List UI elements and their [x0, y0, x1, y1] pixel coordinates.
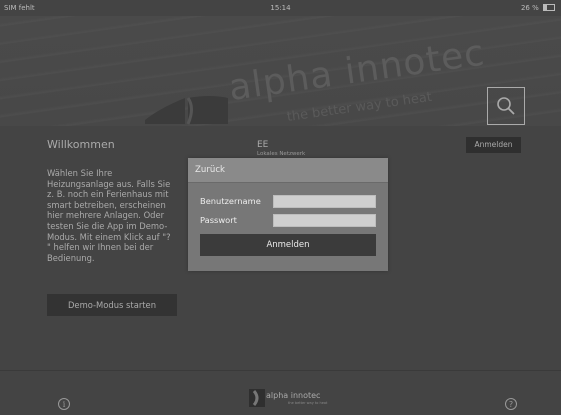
footer-logo-text: alpha innotec: [266, 391, 321, 400]
plant-network-label: Lokales Netzwerk: [257, 151, 306, 157]
login-dialog: Zurück Benutzername Passwort Anmelden: [188, 158, 388, 271]
dialog-divider: [188, 182, 388, 183]
plant-name: EE: [257, 140, 269, 150]
footer-logo-mark-icon: [249, 389, 265, 407]
footer-divider: [0, 370, 561, 371]
welcome-description: Wählen Sie Ihre Heizungsanlage aus. Fall…: [47, 168, 171, 263]
help-icon[interactable]: ?: [505, 398, 517, 410]
welcome-title: Willkommen: [47, 138, 115, 151]
footer-logo: alpha innotec the better way to heat: [248, 388, 338, 408]
footer-logo-tagline: the better way to heat: [288, 401, 328, 405]
search-button[interactable]: [487, 87, 525, 125]
password-field[interactable]: [273, 214, 376, 227]
status-bar: SIM fehlt 15:14 26 %: [0, 0, 561, 16]
password-label: Passwort: [200, 215, 237, 225]
dialog-header: Zurück: [188, 158, 388, 182]
app-screen: SIM fehlt 15:14 26 % alpha innotec the b…: [0, 0, 561, 415]
battery-percent: 26 %: [520, 4, 539, 12]
username-label: Benutzername: [200, 196, 261, 206]
login-button[interactable]: Anmelden: [466, 137, 521, 153]
info-icon[interactable]: i: [58, 398, 70, 410]
demo-mode-button[interactable]: Demo-Modus starten: [47, 294, 177, 316]
search-icon: [497, 97, 515, 115]
battery-icon: [543, 4, 555, 11]
username-field[interactable]: [273, 195, 376, 208]
status-time: 15:14: [270, 4, 291, 12]
logo-mark-icon: [145, 96, 228, 125]
header-band: alpha innotec the better way to heat: [0, 16, 561, 126]
battery-status: 26 %: [521, 4, 555, 12]
back-button[interactable]: Zurück: [195, 165, 225, 175]
dialog-submit-button[interactable]: Anmelden: [200, 234, 376, 256]
